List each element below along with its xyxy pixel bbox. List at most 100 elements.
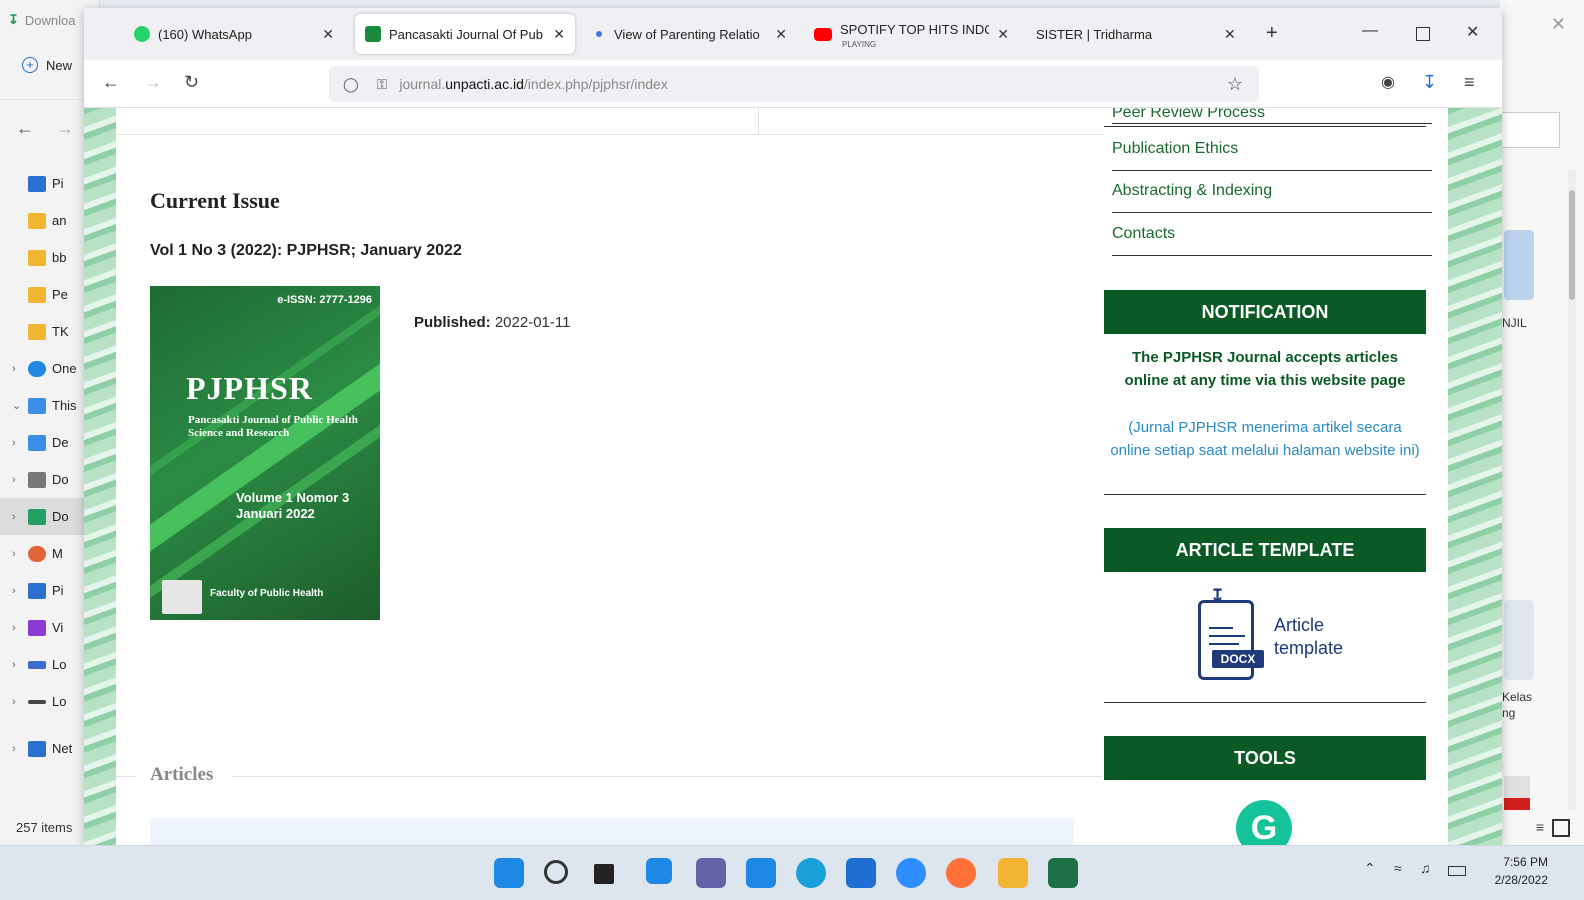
monitor-icon (28, 397, 46, 414)
docx-file-icon[interactable]: ↧ DOCX (1198, 586, 1264, 680)
pocket-icon[interactable]: ◉ (1381, 72, 1395, 92)
cover-issn: e-ISSN: 2777-1296 (277, 294, 372, 306)
volume-icon[interactable]: ♫ (1420, 860, 1431, 876)
details-view-icon[interactable]: ≡ (1536, 819, 1544, 835)
item-count: 257 items (16, 820, 73, 835)
published-date: Published: 2022-01-11 (414, 314, 571, 331)
tiles-view-icon[interactable] (1552, 819, 1570, 837)
chevron-right-icon[interactable]: › (12, 363, 28, 375)
widgets-icon[interactable] (646, 858, 672, 884)
clock[interactable]: 7:56 PM 2/28/2022 (1495, 853, 1548, 889)
url-bar[interactable]: ◯ ⚿ journal. unpacti.ac.id/index.php/pjph… (329, 66, 1259, 102)
file-label: Kelas (1502, 690, 1533, 704)
grammarly-icon[interactable]: G (1236, 800, 1292, 845)
issue-cover-image[interactable]: e-ISSN: 2777-1296 PJPHSR Pancasakti Jour… (150, 286, 380, 620)
back-icon[interactable]: ← (102, 72, 120, 93)
tab-parenting-relation[interactable]: View of Parenting Relatio ✕ (582, 14, 797, 54)
article-list-item[interactable] (150, 818, 1074, 845)
new-label: New (46, 57, 73, 73)
close-tab-icon[interactable]: ✕ (775, 26, 787, 43)
chevron-up-icon[interactable]: ⌃ (1364, 860, 1376, 877)
folder-icon (28, 323, 46, 340)
task-view-icon[interactable] (594, 864, 614, 884)
chevron-down-icon[interactable]: ⌄ (12, 399, 28, 412)
download-icon: ↧ (8, 12, 19, 27)
sidebar: Peer Review Process Publication Ethics A… (1104, 108, 1448, 845)
file-thumbnail[interactable] (1504, 230, 1534, 300)
cover-volume: Volume 1 Nomor 3 Januari 2022 (236, 490, 350, 521)
store-icon[interactable] (746, 858, 776, 888)
folder-icon (28, 212, 46, 229)
new-tab-icon[interactable]: + (1266, 22, 1278, 45)
sidebar-link-peer-review[interactable]: Peer Review Process (1112, 108, 1432, 124)
scrollbar[interactable] (1568, 170, 1576, 810)
notification-heading: NOTIFICATION (1104, 290, 1426, 334)
forward-icon[interactable]: → (144, 72, 162, 93)
cover-logo: PJPHSR (186, 370, 313, 406)
file-explorer-icon[interactable] (998, 858, 1028, 888)
wifi-icon[interactable]: ≈ (1394, 860, 1402, 876)
documents-icon (28, 471, 46, 488)
tab-whatsapp[interactable]: (160) WhatsApp ✕ (124, 14, 344, 54)
whatsapp-icon (134, 26, 150, 42)
excel-icon[interactable] (1048, 858, 1078, 888)
teams-chat-icon[interactable] (696, 858, 726, 888)
tab-sister-tridharma[interactable]: SISTER | Tridharma ✕ (1026, 14, 1248, 54)
article-template-link[interactable]: Article template (1274, 614, 1343, 660)
divider (758, 108, 759, 134)
sidebar-link-abstracting-indexing[interactable]: Abstracting & Indexing (1112, 182, 1432, 213)
article-template-heading: ARTICLE TEMPLATE (1104, 528, 1426, 572)
close-tab-icon[interactable]: ✕ (1224, 26, 1236, 43)
close-tab-icon[interactable]: ✕ (322, 26, 334, 43)
firefox-window: (160) WhatsApp ✕ Pancasakti Journal Of P… (84, 8, 1502, 845)
floral-border-left (84, 108, 116, 845)
sidebar-link-publication-ethics[interactable]: Publication Ethics (1112, 140, 1432, 171)
url-path: /index.php/pjphsr/index (523, 76, 668, 92)
lock-icon[interactable]: ⚿ (377, 76, 388, 93)
url-domain: unpacti.ac.id (445, 76, 524, 92)
maximize-icon[interactable] (1416, 27, 1430, 41)
close-window-icon[interactable]: ✕ (1466, 22, 1479, 42)
reload-icon[interactable]: ↻ (184, 72, 199, 93)
divider (1104, 702, 1426, 703)
tab-bar: (160) WhatsApp ✕ Pancasakti Journal Of P… (84, 8, 1502, 60)
search-icon[interactable] (544, 860, 568, 884)
issue-title-link[interactable]: Vol 1 No 3 (2022): PJPHSR; January 2022 (150, 242, 462, 260)
drive-icon (28, 660, 46, 669)
cover-publisher: Faculty of Public Health (210, 588, 324, 599)
close-icon[interactable]: ✕ (1551, 14, 1566, 35)
mail-icon[interactable] (846, 858, 876, 888)
shield-icon[interactable]: ◯ (343, 76, 359, 93)
bookmark-star-icon[interactable]: ☆ (1227, 74, 1243, 95)
zoom-icon[interactable] (896, 858, 926, 888)
file-thumbnail[interactable] (1504, 776, 1530, 810)
plus-icon: + (22, 57, 38, 73)
sidebar-link-contacts[interactable]: Contacts (1112, 225, 1432, 256)
drive-icon (28, 699, 46, 704)
start-icon[interactable] (494, 858, 524, 888)
download-icon (28, 508, 46, 525)
faculty-emblem-icon (162, 580, 202, 614)
battery-icon[interactable] (1448, 866, 1466, 876)
youtube-icon (814, 27, 832, 41)
nav-toolbar: ← → ↻ ◯ ⚿ journal. unpacti.ac.id/index.ph… (84, 60, 1502, 108)
tab-spotify-youtube[interactable]: SPOTIFY TOP HITS INDONI PLAYING ✕ (804, 14, 1019, 54)
close-tab-icon[interactable]: ✕ (997, 26, 1009, 43)
folder-icon (28, 249, 46, 266)
divider (1104, 494, 1426, 495)
divider (1104, 126, 1426, 127)
back-arrow-icon[interactable]: ← (16, 118, 34, 139)
close-tab-icon[interactable]: ✕ (553, 26, 565, 43)
tab-pancasakti-journal[interactable]: Pancasakti Journal Of Pub ✕ (355, 14, 575, 54)
menu-icon[interactable]: ≡ (1464, 72, 1475, 93)
firefox-icon[interactable] (946, 858, 976, 888)
search-box[interactable] (1500, 112, 1560, 148)
file-thumbnail[interactable] (1504, 600, 1534, 680)
downloads-header[interactable]: ↧ Downloa (8, 12, 76, 28)
edge-icon[interactable] (796, 858, 826, 888)
forward-arrow-icon[interactable]: → (56, 118, 74, 139)
downloads-icon[interactable]: ↧ (1422, 72, 1437, 93)
new-button[interactable]: + New (22, 57, 72, 73)
background-window: ✕ NJIL Kelas ng ≡ (1500, 0, 1584, 845)
minimize-icon[interactable]: — (1362, 22, 1378, 40)
